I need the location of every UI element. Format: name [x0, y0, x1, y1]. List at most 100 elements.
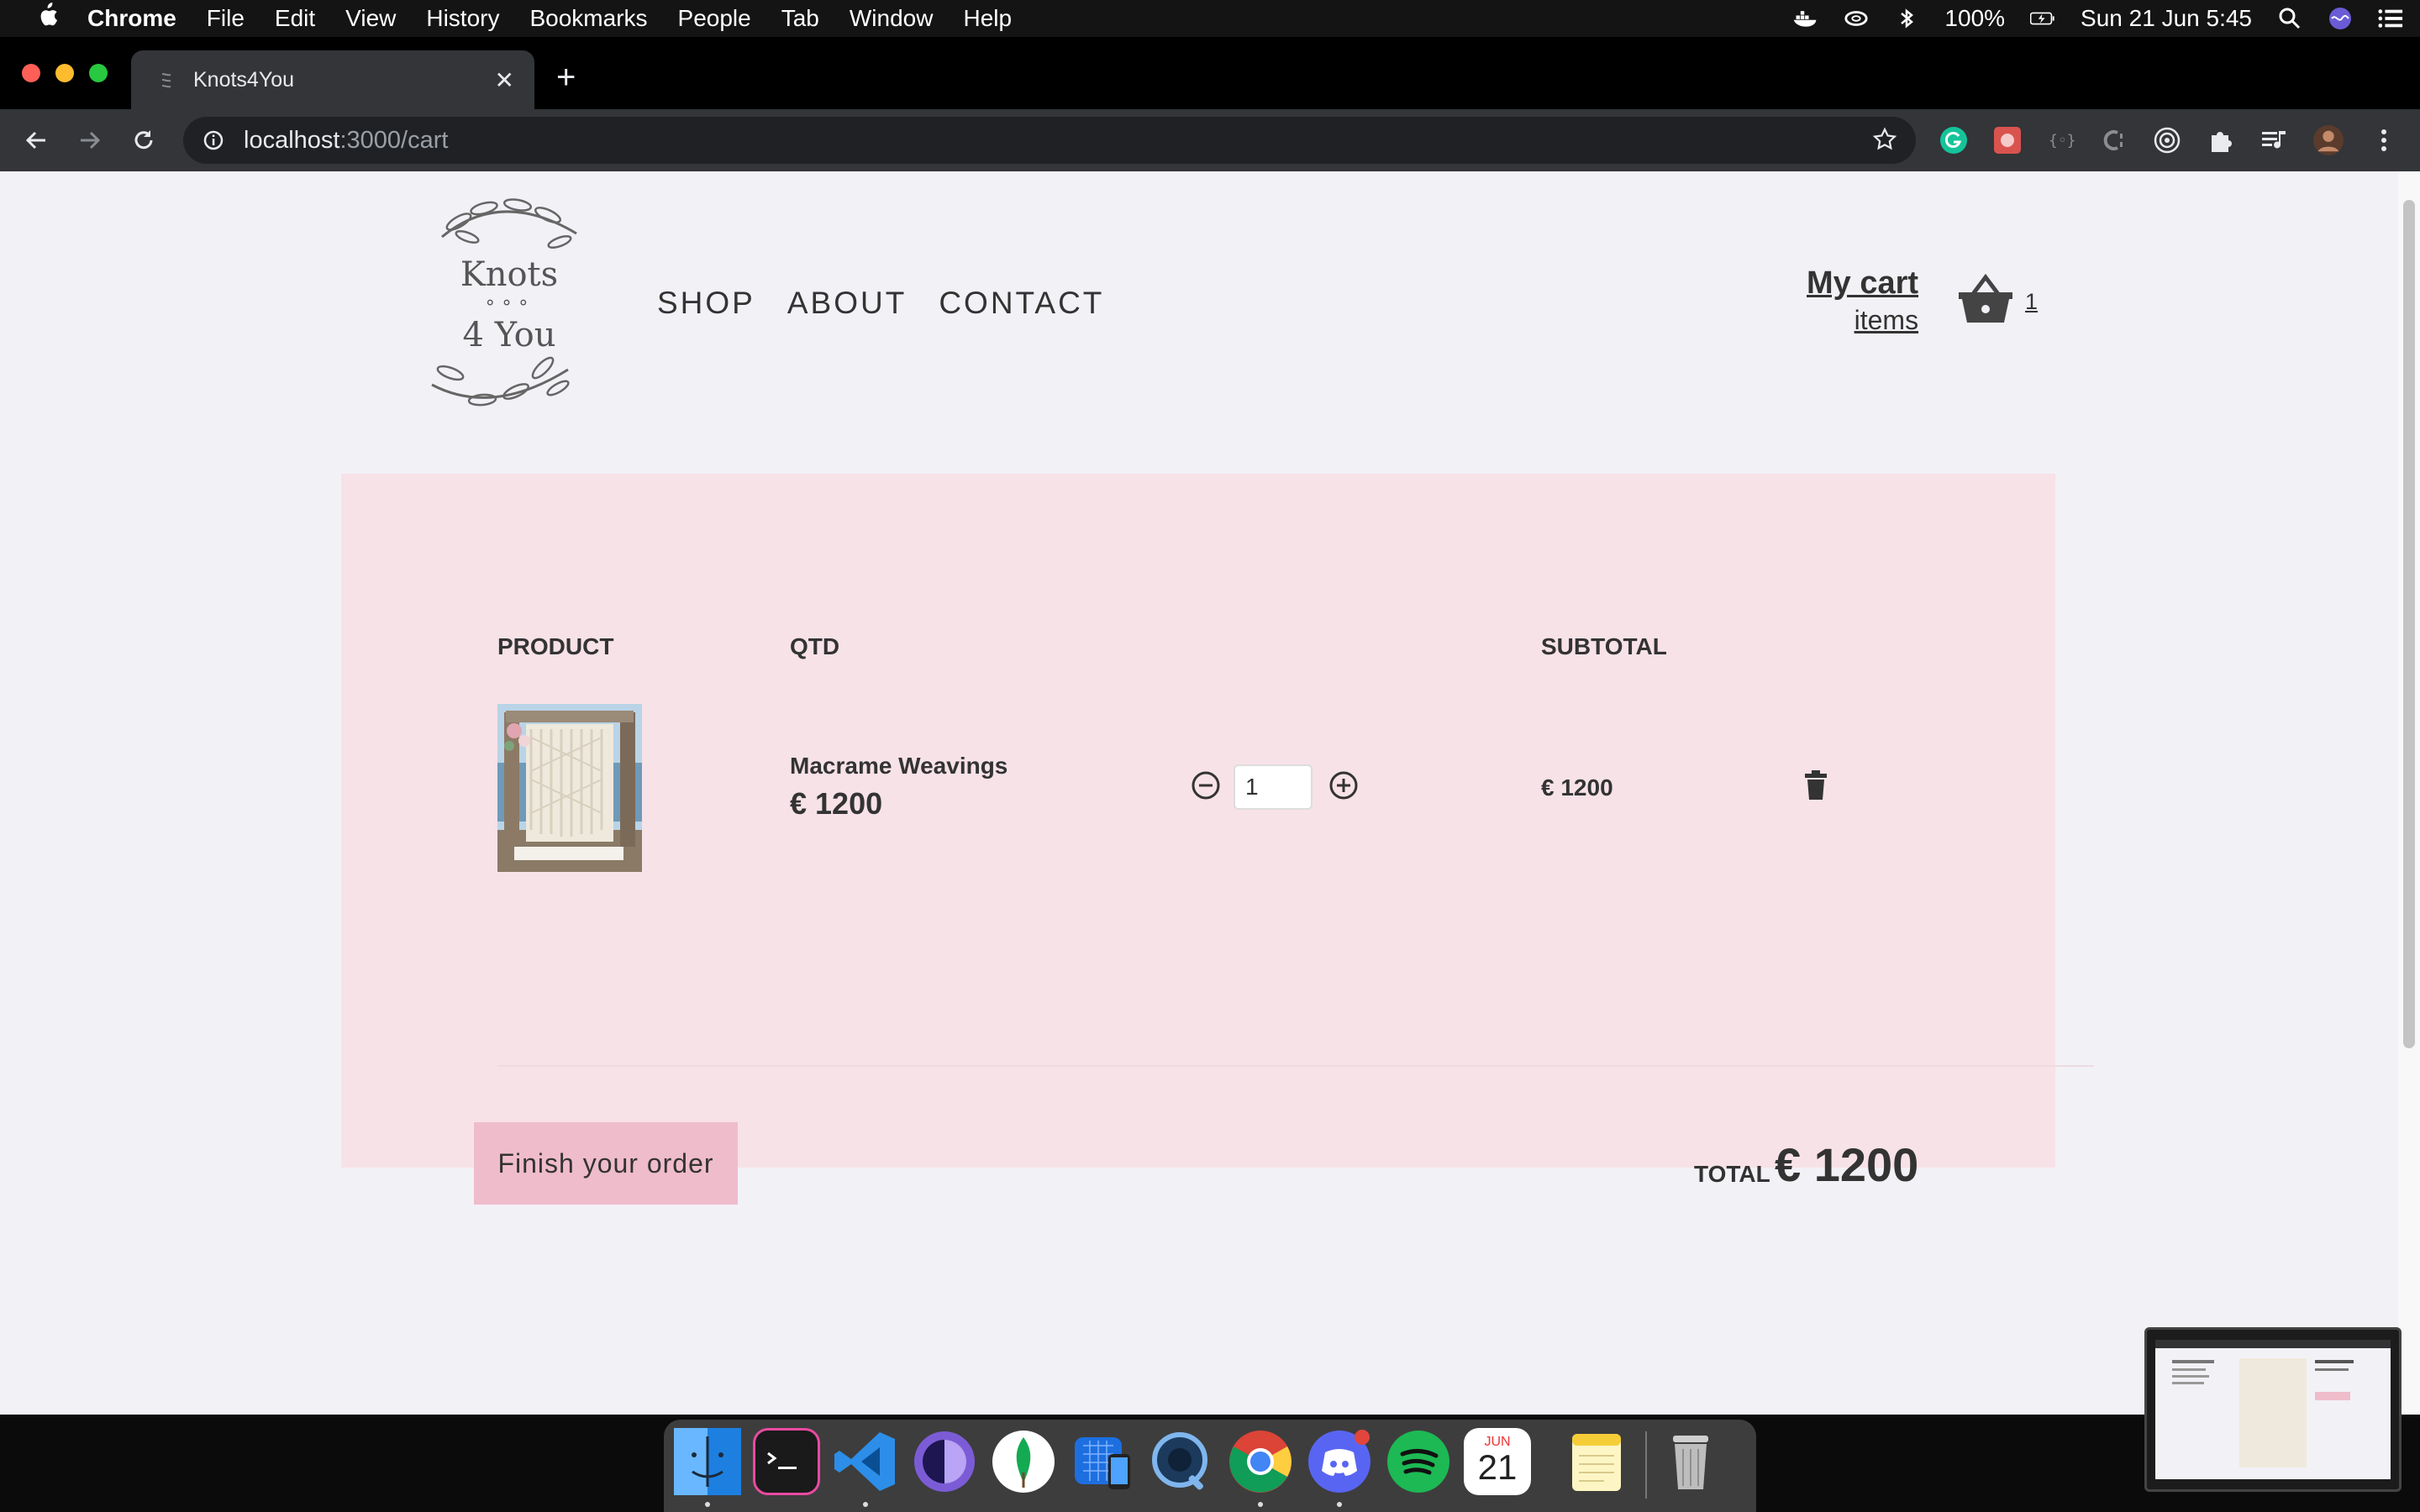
svg-text:{◦}: {◦} [2049, 132, 2075, 150]
extension-c-icon[interactable] [2097, 124, 2129, 156]
browser-tab-strip: Knots4You ✕ + [0, 37, 2420, 109]
battery-percentage: 100% [1944, 5, 2006, 31]
quicktime-icon[interactable] [1148, 1428, 1215, 1495]
tab-title: Knots4You [193, 67, 295, 92]
mongodb-compass-icon[interactable] [990, 1428, 1057, 1495]
dock-separator [1645, 1431, 1647, 1499]
extension-red-icon[interactable] [1991, 124, 2023, 156]
finder-icon[interactable] [674, 1428, 741, 1495]
docker-icon[interactable] [1793, 8, 1818, 29]
chrome-menu-icon[interactable] [2368, 124, 2400, 156]
address-bar[interactable]: localhost:3000/cart [183, 117, 1916, 164]
notes-icon[interactable] [1563, 1428, 1630, 1495]
spotlight-search-icon[interactable] [2277, 8, 2302, 29]
menu-bar-status-area: 100% Sun 21 Jun 5:45 [1793, 0, 2403, 37]
url-host: localhost [244, 126, 340, 154]
menu-people[interactable]: People [678, 5, 751, 32]
nav-shop-link[interactable]: SHOP [657, 286, 755, 321]
screenshot-preview-thumbnail[interactable] [2144, 1327, 2402, 1492]
xcode-simulator-icon[interactable] [1069, 1428, 1136, 1495]
window-minimize-button[interactable] [55, 64, 74, 82]
cart-items-label[interactable]: items [1807, 305, 1918, 336]
menu-bar-clock[interactable]: Sun 21 Jun 5:45 [2081, 5, 2252, 32]
column-header-qty: QTD [790, 633, 840, 659]
url-path: :3000/cart [339, 126, 449, 154]
apple-icon[interactable] [35, 2, 59, 35]
chrome-dock-icon[interactable] [1227, 1428, 1294, 1495]
site-favicon-icon [156, 70, 176, 90]
discord-icon[interactable] [1306, 1428, 1373, 1495]
new-tab-icon[interactable]: + [556, 60, 576, 94]
menu-app-name[interactable]: Chrome [87, 5, 176, 32]
column-header-subtotal: SUBTOTAL [1541, 633, 1667, 659]
finder-running-dot [705, 1502, 710, 1507]
screenshot-preview-content [2155, 1340, 2391, 1479]
tab-close-icon[interactable]: ✕ [495, 66, 514, 94]
tor-browser-icon[interactable] [911, 1428, 978, 1495]
calendar-icon[interactable]: JUN 21 [1464, 1428, 1531, 1495]
menu-history[interactable]: History [426, 5, 499, 32]
trash-dock-icon[interactable] [1657, 1428, 1724, 1495]
menu-edit[interactable]: Edit [275, 5, 315, 32]
forward-arrow-icon[interactable] [74, 124, 106, 156]
decrease-quantity-icon[interactable] [1190, 769, 1222, 801]
chrome-running-dot [1258, 1502, 1263, 1507]
macos-menu-bar: Chrome File Edit View History Bookmarks … [0, 0, 2420, 37]
product-thumbnail[interactable] [497, 704, 642, 872]
nav-contact-link[interactable]: CONTACT [939, 286, 1104, 321]
vscode-icon[interactable] [832, 1428, 899, 1495]
nav-about-link[interactable]: ABOUT [787, 286, 907, 321]
window-close-button[interactable] [22, 64, 40, 82]
siri-icon[interactable] [2328, 8, 2353, 29]
quantity-input[interactable] [1234, 764, 1313, 810]
shopping-basket-icon[interactable] [1956, 272, 2015, 326]
menu-view[interactable]: View [345, 5, 396, 32]
my-cart-link[interactable]: My cart items [1807, 265, 1918, 336]
row-divider [497, 1065, 2094, 1067]
extension-braces-icon[interactable]: {◦} [2045, 124, 2077, 156]
increase-quantity-icon[interactable] [1328, 769, 1360, 801]
media-controls-icon[interactable] [2259, 124, 2291, 156]
extensions-puzzle-icon[interactable] [2205, 124, 2237, 156]
menu-help[interactable]: Help [963, 5, 1012, 32]
site-logo[interactable]: Knots ∘∘∘ 4 You [417, 190, 602, 417]
item-subtotal: € 1200 [1541, 774, 1613, 801]
finish-order-button[interactable]: Finish your order [474, 1122, 738, 1205]
product-name[interactable]: Macrame Weavings [790, 753, 1007, 780]
profile-avatar[interactable] [2312, 124, 2344, 156]
bookmark-star-icon[interactable] [1872, 127, 1897, 159]
cart-count-badge[interactable]: 1 [2025, 289, 2038, 315]
back-arrow-icon[interactable] [20, 124, 52, 156]
menu-tab[interactable]: Tab [781, 5, 819, 32]
trash-icon[interactable] [1802, 769, 1830, 801]
my-cart-label[interactable]: My cart [1807, 265, 1918, 302]
browser-tab[interactable]: Knots4You ✕ [131, 50, 534, 109]
menu-bookmarks[interactable]: Bookmarks [529, 5, 647, 32]
cart-panel: PRODUCT QTD SUBTOTAL Macrame Weavings € … [341, 474, 2094, 1205]
menu-window[interactable]: Window [850, 5, 934, 32]
main-nav: SHOP ABOUT CONTACT [657, 286, 1104, 321]
bluetooth-icon[interactable] [1894, 8, 1919, 29]
spotify-icon[interactable] [1385, 1428, 1452, 1495]
browser-toolbar: localhost:3000/cart {◦} [0, 109, 2420, 171]
page-viewport: Knots ∘∘∘ 4 You SHOP ABOUT CONTACT My ca… [0, 171, 2420, 1415]
macos-dock: JUN 21 [664, 1420, 1756, 1512]
window-zoom-button[interactable] [89, 64, 108, 82]
creative-cloud-icon[interactable] [1844, 8, 1869, 29]
grammarly-extension-icon[interactable] [1938, 124, 1970, 156]
column-header-product: PRODUCT [497, 633, 614, 659]
battery-icon[interactable] [2030, 8, 2055, 29]
hyper-terminal-icon[interactable] [753, 1428, 820, 1495]
logo-text-knots: Knots [460, 255, 559, 294]
reload-icon[interactable] [128, 124, 160, 156]
vscode-running-dot [863, 1502, 868, 1507]
product-price: € 1200 [790, 786, 883, 821]
scrollbar-thumb[interactable] [2403, 200, 2415, 1048]
extension-target-icon[interactable] [2151, 124, 2183, 156]
site-info-icon[interactable] [202, 129, 225, 152]
logo-dots: ∘∘∘ [484, 292, 534, 313]
control-center-icon[interactable] [2378, 8, 2403, 29]
logo-text-4you: 4 You [462, 316, 556, 354]
discord-running-dot [1337, 1502, 1342, 1507]
menu-file[interactable]: File [207, 5, 245, 32]
